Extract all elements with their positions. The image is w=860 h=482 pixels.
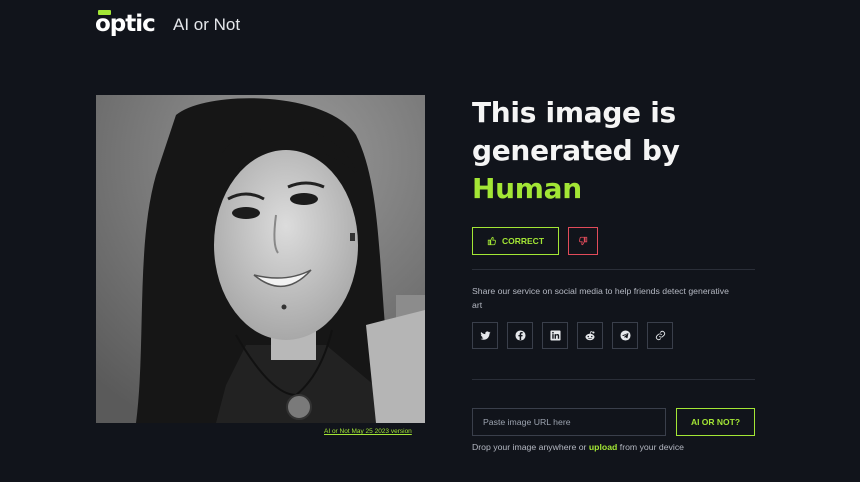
drop-hint-prefix: Drop your image anywhere or	[472, 442, 587, 452]
ai-or-not-button[interactable]: AI OR NOT?	[676, 408, 755, 436]
divider	[472, 269, 755, 270]
correct-button[interactable]: CORRECT	[472, 227, 559, 255]
divider	[472, 379, 755, 380]
facebook-share-button[interactable]	[507, 322, 533, 349]
upload-link[interactable]: upload	[589, 442, 617, 452]
twitter-icon	[479, 331, 491, 340]
title-line-1: This image is	[472, 96, 676, 129]
version-link[interactable]: AI or Not May 25 2023 version	[324, 428, 412, 435]
social-share-buttons	[472, 322, 673, 349]
verdict-label: Human	[472, 172, 582, 205]
thumbs-up-icon	[487, 236, 496, 246]
image-url-input[interactable]	[472, 408, 666, 436]
title-line-2: generated by	[472, 134, 680, 167]
twitter-share-button[interactable]	[472, 322, 498, 349]
portrait-photo	[96, 95, 425, 423]
drop-hint-suffix: from your device	[619, 442, 684, 452]
copy-link-button[interactable]	[647, 322, 673, 349]
result-heading: This image is generated by Human	[472, 94, 772, 208]
linkedin-icon	[549, 330, 561, 341]
feedback-buttons: CORRECT	[472, 227, 598, 255]
correct-label: CORRECT	[501, 236, 545, 246]
analyzed-image	[96, 95, 425, 423]
result-title: This image is generated by Human	[472, 94, 772, 208]
reddit-share-button[interactable]	[577, 322, 603, 349]
logo-text: optic	[95, 11, 156, 37]
facebook-icon	[514, 330, 526, 341]
drop-hint: Drop your image anywhere or upload from …	[472, 442, 684, 452]
share-text: Share our service on social media to hel…	[472, 286, 729, 310]
telegram-icon	[619, 330, 631, 341]
telegram-share-button[interactable]	[612, 322, 638, 349]
app-name: AI or Not	[173, 15, 241, 34]
thumbs-down-icon	[579, 236, 588, 246]
reddit-icon	[585, 330, 595, 340]
link-icon	[655, 330, 665, 341]
optic-logo[interactable]: optic	[95, 10, 165, 40]
incorrect-button[interactable]	[568, 227, 598, 255]
app-header: optic AI or Not	[95, 10, 240, 40]
linkedin-share-button[interactable]	[542, 322, 568, 349]
